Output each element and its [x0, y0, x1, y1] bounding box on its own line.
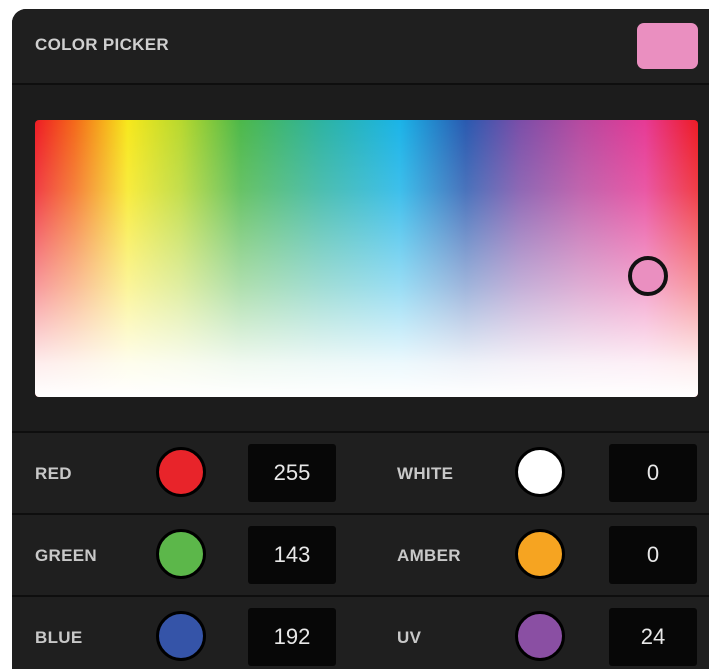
panel-title: COLOR PICKER [35, 35, 169, 54]
channel-row-green-amber: GREEN 143 AMBER 0 [12, 515, 709, 597]
channel-value-blue[interactable]: 192 [248, 608, 336, 666]
channel-label-red: RED [35, 464, 72, 483]
channel-color-green[interactable] [156, 529, 206, 579]
channel-color-red[interactable] [156, 447, 206, 497]
channel-label-uv: UV [397, 628, 422, 647]
color-picker-panel: COLOR PICKER RED 255 WHITE 0 GREEN 143 A… [12, 9, 709, 669]
channel-row-red-white: RED 255 WHITE 0 [12, 433, 709, 515]
channel-label-white: WHITE [397, 464, 454, 483]
channel-label-amber: AMBER [397, 546, 461, 565]
spectrum-area [12, 85, 709, 433]
channel-color-blue[interactable] [156, 611, 206, 661]
spectrum-white-fade [35, 120, 698, 397]
channel-label-blue: BLUE [35, 628, 83, 647]
color-spectrum[interactable] [35, 120, 698, 397]
channel-value-amber[interactable]: 0 [609, 526, 697, 584]
channel-label-green: GREEN [35, 546, 97, 565]
channel-color-uv[interactable] [515, 611, 565, 661]
channel-value-uv[interactable]: 24 [609, 608, 697, 666]
picker-handle[interactable] [628, 256, 668, 296]
picker-header: COLOR PICKER [12, 9, 709, 85]
color-preview-swatch[interactable] [637, 23, 698, 69]
channel-color-white[interactable] [515, 447, 565, 497]
channel-value-white[interactable]: 0 [609, 444, 697, 502]
channel-row-blue-uv: BLUE 192 UV 24 [12, 597, 709, 669]
channel-color-amber[interactable] [515, 529, 565, 579]
channel-value-red[interactable]: 255 [248, 444, 336, 502]
channel-value-green[interactable]: 143 [248, 526, 336, 584]
